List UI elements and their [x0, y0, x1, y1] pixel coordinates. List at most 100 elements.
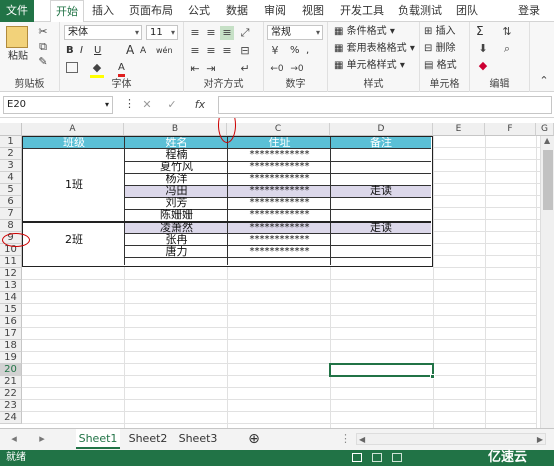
insert-function-icon[interactable]: fx — [192, 98, 208, 112]
row-header-selected[interactable]: 20 — [0, 364, 22, 376]
sheet-tab-sheet3[interactable]: Sheet3 — [176, 429, 220, 449]
address-cell[interactable]: ************ — [228, 149, 331, 161]
tab-formulas[interactable]: 公式 — [182, 0, 216, 22]
row-header[interactable]: 2 — [0, 148, 22, 160]
worksheet-grid[interactable]: A B C D E F G 1 2 3 4 5 6 7 8 9 10 11 12… — [0, 118, 554, 428]
column-header-f[interactable]: F — [485, 123, 536, 136]
paste-icon[interactable] — [6, 26, 28, 48]
class-cell-1[interactable]: 1班 — [23, 149, 125, 221]
name-cell[interactable]: 刘芳 — [125, 197, 228, 209]
header-name[interactable]: 姓名 — [125, 137, 228, 149]
tab-page-layout[interactable]: 页面布局 — [126, 0, 176, 22]
next-sheet-icon[interactable]: ▸ — [36, 432, 48, 446]
note-cell[interactable] — [331, 173, 431, 185]
align-middle-icon[interactable]: ≡ — [204, 26, 218, 40]
tab-insert[interactable]: 插入 — [86, 0, 120, 22]
note-cell[interactable] — [331, 161, 431, 173]
insert-button[interactable]: ⊞ 插入 — [424, 25, 456, 38]
sheet-bar-splitter-icon[interactable]: ⋮ — [340, 432, 351, 446]
name-cell[interactable]: 杨洋 — [125, 173, 228, 185]
scroll-up-icon[interactable]: ▲ — [544, 136, 550, 145]
scroll-left-icon[interactable]: ◀ — [359, 434, 365, 445]
row-header[interactable]: 13 — [0, 280, 22, 292]
note-cell[interactable] — [331, 209, 431, 221]
name-cell[interactable]: 张冉 — [125, 234, 228, 246]
clear-icon[interactable]: ◆ — [476, 59, 490, 73]
note-cell[interactable] — [331, 234, 431, 246]
address-cell[interactable]: ************ — [228, 209, 331, 221]
comma-button[interactable]: , — [306, 44, 309, 57]
column-header-e[interactable]: E — [433, 123, 485, 136]
tab-home[interactable]: 开始 — [50, 0, 84, 23]
scroll-thumb[interactable] — [543, 150, 553, 210]
sort-filter-icon[interactable]: ⇅ — [500, 25, 514, 39]
prev-sheet-icon[interactable]: ◂ — [8, 432, 20, 446]
fill-icon[interactable]: ⬇ — [476, 42, 490, 56]
cancel-icon[interactable]: ✕ — [140, 98, 154, 112]
note-cell[interactable] — [331, 246, 431, 258]
number-format-select[interactable]: 常规 ▾ — [267, 25, 323, 40]
address-cell[interactable]: ************ — [228, 161, 331, 173]
align-left-icon[interactable]: ≡ — [188, 44, 202, 58]
borders-icon[interactable] — [66, 62, 78, 73]
page-break-view-icon[interactable] — [392, 453, 402, 462]
increase-decimal-icon[interactable]: ←0 — [270, 62, 284, 76]
name-cell[interactable]: 冯田 — [125, 185, 228, 197]
address-cell[interactable]: ************ — [228, 246, 331, 258]
font-size-select[interactable]: 11 ▾ — [146, 25, 178, 40]
font-name-select[interactable]: 宋体 ▾ — [64, 25, 142, 40]
format-button[interactable]: ▤ 格式 — [424, 59, 457, 72]
underline-button[interactable]: U — [94, 44, 101, 57]
login-link[interactable]: 登录 — [514, 0, 544, 22]
bold-button[interactable]: B — [66, 44, 74, 57]
scroll-right-icon[interactable]: ▶ — [537, 434, 543, 445]
delete-button[interactable]: ⊟ 删除 — [424, 42, 456, 55]
class-cell-2[interactable]: 2班 — [23, 222, 125, 258]
sheet-tab-sheet1[interactable]: Sheet1 — [76, 429, 120, 449]
format-painter-icon[interactable]: ✎ — [36, 55, 50, 69]
tab-review[interactable]: 审阅 — [258, 0, 292, 22]
row-header[interactable]: 3 — [0, 160, 22, 172]
fill-handle[interactable] — [430, 374, 435, 379]
row-header[interactable]: 24 — [0, 412, 22, 424]
merge-center-icon[interactable]: ⊟ — [238, 44, 252, 58]
name-cell[interactable]: 夏竹风 — [125, 161, 228, 173]
grow-font-button[interactable]: A — [126, 44, 134, 57]
paste-button[interactable]: 粘贴 — [8, 50, 28, 63]
align-top-icon[interactable]: ≡ — [188, 26, 202, 40]
row-header[interactable]: 19 — [0, 352, 22, 364]
formula-input[interactable] — [218, 96, 552, 114]
address-cell[interactable]: ************ — [228, 222, 331, 234]
normal-view-icon[interactable] — [352, 453, 362, 462]
row-header[interactable]: 11 — [0, 256, 22, 268]
address-cell[interactable]: ************ — [228, 197, 331, 209]
align-right-icon[interactable]: ≡ — [220, 44, 234, 58]
collapse-ribbon-icon[interactable]: ⌃ — [538, 74, 550, 88]
header-note[interactable]: 备注 — [331, 137, 431, 149]
header-address[interactable]: 住址 — [228, 137, 331, 149]
row-header[interactable]: 6 — [0, 196, 22, 208]
add-sheet-button[interactable]: ⊕ — [244, 429, 264, 449]
row-header[interactable]: 16 — [0, 316, 22, 328]
align-center-icon[interactable]: ≡ — [204, 44, 218, 58]
row-header[interactable]: 21 — [0, 376, 22, 388]
cell-styles-button[interactable]: ▦ 单元格样式 ▾ — [334, 59, 405, 72]
vertical-scrollbar[interactable]: ▲ — [540, 136, 554, 428]
align-bottom-icon[interactable]: ≡ — [220, 26, 234, 40]
note-cell[interactable] — [331, 149, 431, 161]
row-header[interactable]: 18 — [0, 340, 22, 352]
autosum-button[interactable]: Σ — [476, 25, 484, 38]
enter-icon[interactable]: ✓ — [165, 98, 179, 112]
tab-view[interactable]: 视图 — [296, 0, 330, 22]
page-layout-view-icon[interactable] — [372, 453, 382, 462]
decrease-decimal-icon[interactable]: →0 — [290, 62, 304, 76]
indent-increase-icon[interactable]: ⇥ — [204, 62, 218, 76]
indent-decrease-icon[interactable]: ⇤ — [188, 62, 202, 76]
name-cell[interactable]: 程楠 — [125, 149, 228, 161]
address-cell[interactable]: ************ — [228, 234, 331, 246]
row-header[interactable]: 14 — [0, 292, 22, 304]
column-header-a[interactable]: A — [22, 123, 124, 136]
wen-button[interactable]: wén — [156, 44, 173, 57]
row-header[interactable]: 7 — [0, 208, 22, 220]
header-class[interactable]: 班级 — [23, 137, 125, 149]
